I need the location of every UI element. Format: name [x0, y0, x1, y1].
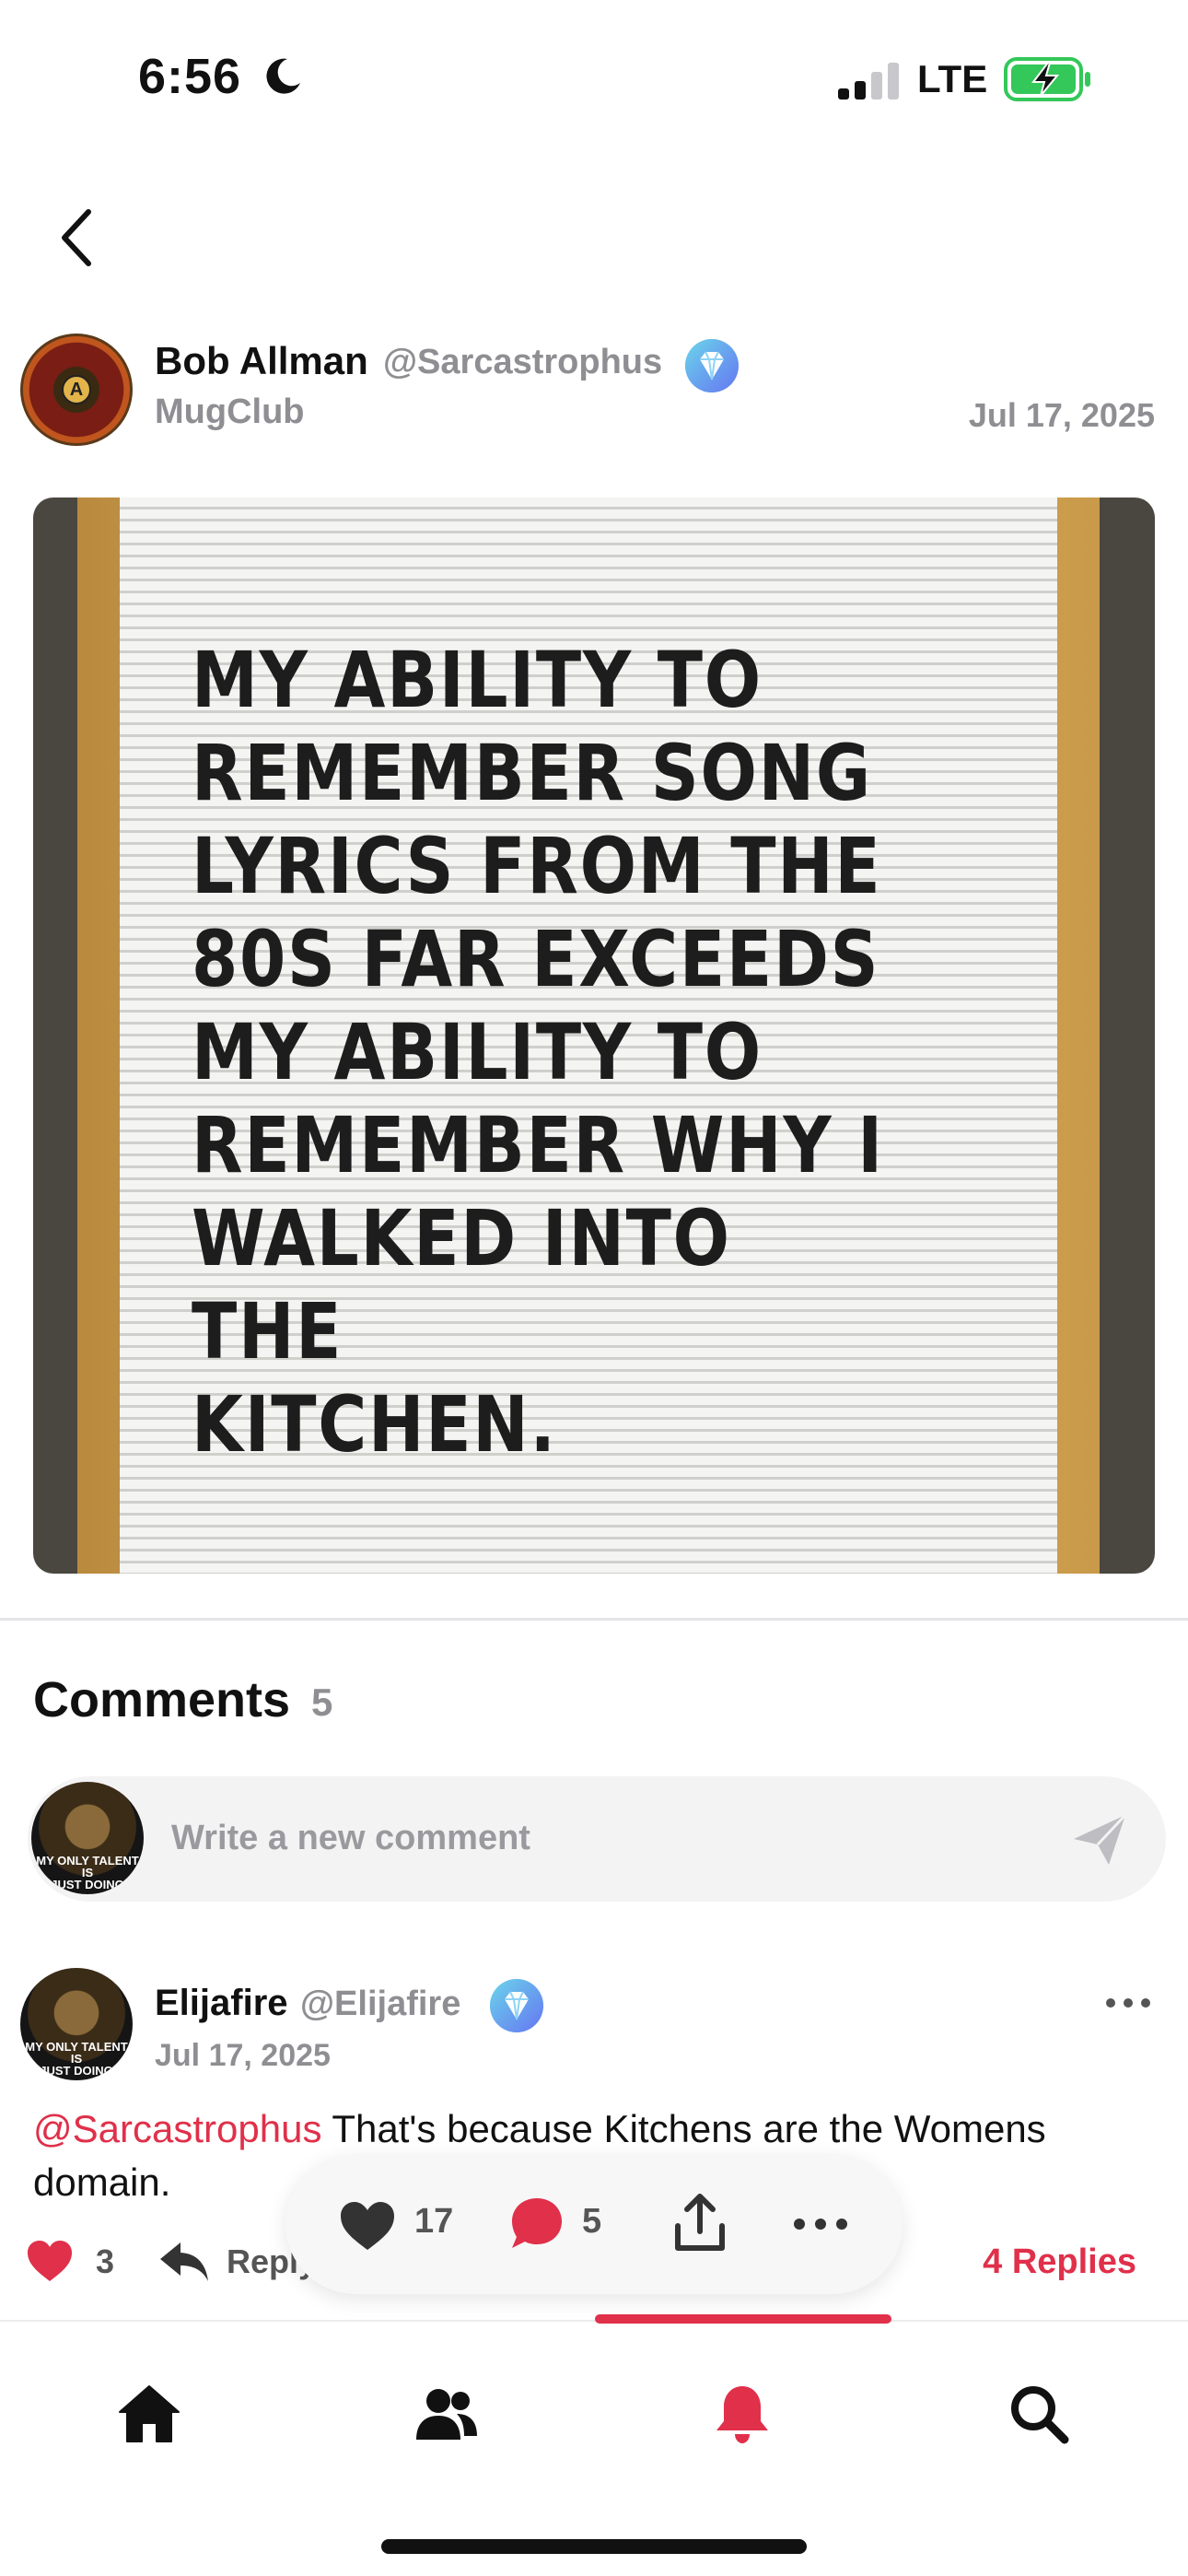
- share-icon[interactable]: [672, 2193, 728, 2254]
- replies-link[interactable]: 4 Replies: [983, 2242, 1136, 2282]
- search-icon[interactable]: [1006, 2381, 1072, 2447]
- comments-count: 5: [311, 1680, 333, 1724]
- network-label: LTE: [917, 57, 988, 100]
- home-icon[interactable]: [116, 2381, 182, 2447]
- author-handle[interactable]: @Sarcastrophus: [383, 343, 662, 382]
- like-heart-icon[interactable]: [339, 2200, 396, 2252]
- battery-icon: [1004, 57, 1090, 101]
- comment-count: 5: [582, 2202, 602, 2241]
- comment-date: Jul 17, 2025: [155, 2038, 331, 2073]
- status-bar: 6:56 LTE: [0, 0, 1188, 157]
- people-icon[interactable]: [413, 2381, 479, 2447]
- tab-bar-divider: [0, 2320, 1188, 2322]
- home-indicator[interactable]: [381, 2539, 807, 2554]
- more-icon[interactable]: [792, 2215, 849, 2233]
- section-divider: [0, 1618, 1188, 1621]
- post-action-bar: 17 5: [285, 2154, 903, 2294]
- commenter-name[interactable]: Elijafire: [155, 1983, 288, 2024]
- comment-input[interactable]: MY ONLY TALENT IS JUST DOING Write a new…: [28, 1776, 1166, 1902]
- commenter-avatar[interactable]: MY ONLY TALENT IS JUST DOING: [20, 1968, 133, 2080]
- comment-mention[interactable]: @Sarcastrophus: [33, 2107, 321, 2150]
- bell-icon[interactable]: [709, 2381, 775, 2447]
- post-date: Jul 17, 2025: [968, 396, 1155, 434]
- post-image[interactable]: MY ABILITY TO REMEMBER SONG LYRICS FROM …: [33, 498, 1155, 1574]
- more-options-icon[interactable]: [1105, 1992, 1151, 2014]
- avatar-caption: MY ONLY TALENT IS JUST DOING: [25, 2040, 128, 2078]
- send-icon[interactable]: [1070, 1811, 1129, 1868]
- diamond-badge-icon: [490, 1979, 543, 2032]
- heart-icon[interactable]: [26, 2239, 74, 2283]
- author-avatar[interactable]: A: [20, 334, 133, 446]
- tab-active-indicator: [595, 2314, 891, 2324]
- moon-icon: [266, 58, 300, 94]
- like-count: 17: [414, 2202, 454, 2241]
- commenter-handle[interactable]: @Elijafire: [300, 1985, 460, 2024]
- comment-bubble-icon[interactable]: [508, 2195, 565, 2252]
- author-name[interactable]: Bob Allman: [155, 339, 368, 383]
- avatar-emblem: A: [62, 375, 91, 404]
- my-avatar: MY ONLY TALENT IS JUST DOING: [31, 1782, 144, 1894]
- comment-like-count: 3: [96, 2242, 115, 2280]
- signal-icon: [838, 63, 899, 100]
- diamond-badge-icon: [685, 339, 739, 392]
- group-name[interactable]: MugClub: [155, 392, 305, 432]
- status-time: 6:56: [138, 49, 242, 104]
- reply-icon[interactable]: [158, 2239, 210, 2283]
- avatar-caption: MY ONLY TALENT IS JUST DOING: [36, 1854, 139, 1891]
- back-button[interactable]: [52, 205, 107, 271]
- comment-placeholder[interactable]: Write a new comment: [171, 1819, 530, 1858]
- comments-title: Comments: [33, 1672, 291, 1727]
- letterboard-text: MY ABILITY TO REMEMBER SONG LYRICS FROM …: [192, 635, 884, 1469]
